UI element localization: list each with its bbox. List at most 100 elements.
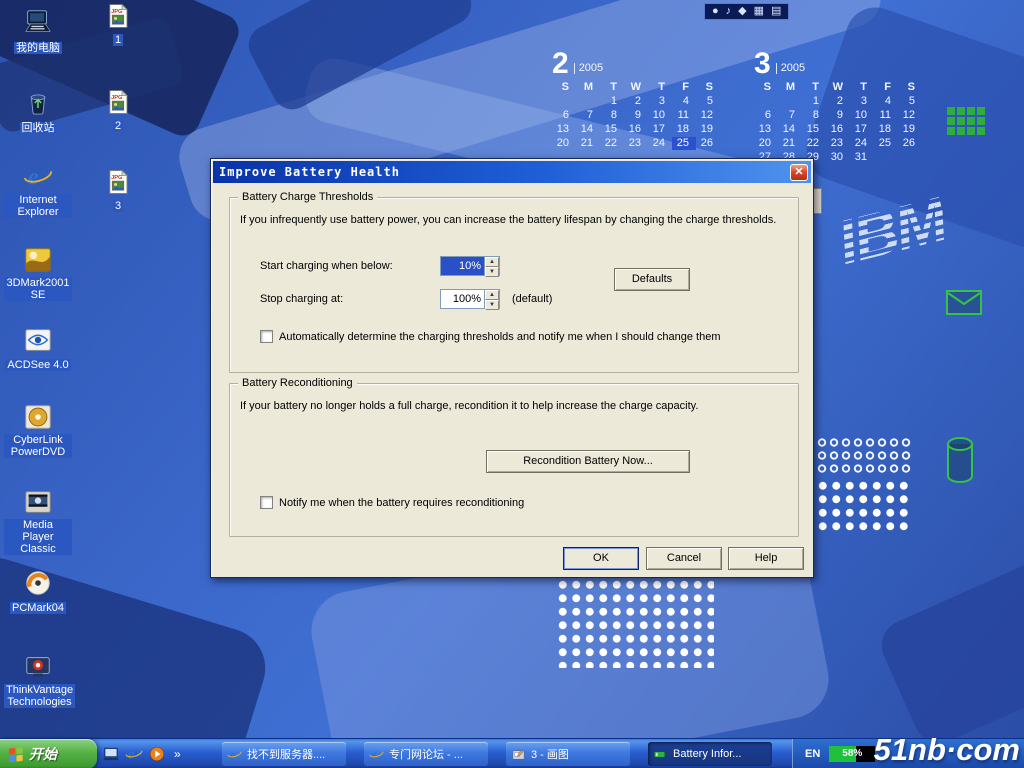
desktop-icon-mpc[interactable]: Media Player Classic (4, 487, 72, 557)
desktop-icon-pcmark[interactable]: PCMark04 (4, 568, 72, 616)
threedmark-icon (22, 245, 54, 275)
desktop-icon-label: Internet Explorer (4, 194, 72, 218)
internet-explorer-icon[interactable]: e (125, 745, 143, 763)
calendar-date: 21 (778, 137, 802, 150)
language-indicator[interactable]: EN (805, 748, 820, 760)
desktop: 22005SMTWTFS1234567891011121314151617181… (0, 0, 1024, 768)
calendar-date (898, 151, 922, 164)
desktop-icon-jpg-file[interactable]: JPG2 (96, 88, 140, 134)
desktop-icon-recycle-bin[interactable]: 回收站 (4, 88, 72, 136)
calendar-date: 10 (850, 109, 874, 122)
calendar-date (552, 95, 576, 108)
charge-thresholds-group: Battery Charge Thresholds If you infrequ… (229, 197, 799, 373)
spinner-down-button[interactable]: ▼ (485, 300, 499, 310)
calendar-date: 3 (850, 95, 874, 108)
calendar-day-header: F (874, 81, 898, 94)
calendar-date: 22 (600, 137, 624, 150)
calendar-february: 22005SMTWTFS1234567891011121314151617181… (552, 52, 720, 150)
calendar-date: 14 (778, 123, 802, 136)
spinner-up-button[interactable]: ▲ (485, 257, 499, 267)
battery-indicator[interactable]: 58% (829, 746, 875, 762)
recycle-bin-icon (22, 88, 54, 118)
dot-pattern (816, 436, 912, 476)
dialog-titlebar[interactable]: Improve Battery Health ✕ (213, 161, 811, 183)
stop-charge-value[interactable]: 100% (441, 290, 484, 308)
calendar-date: 9 (826, 109, 850, 122)
taskbar-task-button[interactable]: e专门网论坛 - ... (364, 742, 488, 766)
calendar-day-header: M (576, 81, 600, 94)
calendar-date: 14 (576, 123, 600, 136)
calendar-month-number: 3 (754, 52, 771, 76)
stop-charge-spinner[interactable]: 100% ▲ ▼ (440, 289, 500, 309)
defaults-button[interactable]: Defaults (614, 268, 690, 291)
calendar-grid: SMTWTFS123456789101112131415161718192021… (552, 81, 720, 150)
calendar-day-header: T (648, 81, 672, 94)
desktop-icon-ie[interactable]: e Internet Explorer (4, 162, 72, 220)
desktop-icon-thinkvantage[interactable]: ThinkVantage Technologies (4, 652, 72, 710)
desktop-icon-label: CyberLink PowerDVD (4, 434, 72, 458)
start-charge-value[interactable]: 10% (441, 257, 484, 275)
ok-button[interactable]: OK (563, 547, 639, 570)
spinner-buttons: ▲ ▼ (484, 257, 499, 275)
taskbar-task-button[interactable]: 3 - 画图 (506, 742, 630, 766)
calendar-date: 22 (802, 137, 826, 150)
desktop-icon-powerdvd[interactable]: CyberLink PowerDVD (4, 402, 72, 460)
auto-determine-checkbox[interactable] (260, 330, 273, 343)
task-button-label: 找不到服务器.... (247, 746, 325, 762)
start-label: 开始 (29, 744, 57, 764)
desktop-icon-acdsee[interactable]: ACDSee 4.0 (4, 325, 72, 373)
show-desktop-icon[interactable] (102, 745, 120, 763)
dialog-body: Battery Charge Thresholds If you infrequ… (213, 183, 811, 577)
desktop-icon-label: 1 (113, 34, 123, 46)
svg-text:JPG: JPG (111, 95, 123, 101)
battery-percent: 58% (829, 746, 875, 762)
notify-recondition-checkbox[interactable] (260, 496, 273, 509)
close-button[interactable]: ✕ (790, 164, 808, 181)
calendar-date: 18 (672, 123, 696, 136)
calendar-date: 13 (754, 123, 778, 136)
calendar-date: 23 (624, 137, 648, 150)
recondition-group-legend: Battery Reconditioning (238, 377, 357, 389)
cancel-button[interactable]: Cancel (646, 547, 722, 570)
dot-pattern (556, 578, 714, 668)
svg-text:e: e (128, 747, 135, 763)
spinner-up-button[interactable]: ▲ (485, 290, 499, 300)
recondition-battery-button[interactable]: Recondition Battery Now... (486, 450, 690, 473)
calendar-grid: SMTWTFS123456789101112131415161718192021… (754, 81, 922, 164)
quicklaunch-expand-chevron[interactable]: » (171, 747, 184, 761)
calendar-date: 11 (672, 109, 696, 122)
mpc-icon (22, 487, 54, 517)
ie-icon: e (22, 162, 54, 192)
taskbar-task-button[interactable]: Battery Infor... (648, 742, 772, 766)
taskbar-tasks: e 找不到服务器.... e专门网论坛 - ... 3 - 画图 Battery Inf… (222, 742, 772, 766)
calendar-date (778, 95, 802, 108)
taskbar-task-button[interactable]: e 找不到服务器.... (222, 742, 346, 766)
calendar-date: 3 (648, 95, 672, 108)
desktop-icon-my-computer[interactable]: 我的电脑 (4, 8, 72, 56)
calendar-year: 2005 (574, 63, 603, 74)
calendar-date: 2 (624, 95, 648, 108)
desktop-icon-jpg-file[interactable]: JPG1 (96, 2, 140, 48)
spinner-down-button[interactable]: ▼ (485, 267, 499, 277)
start-button[interactable]: 开始 (0, 739, 97, 768)
calendar-date: 18 (874, 123, 898, 136)
battery-icon (653, 747, 668, 762)
svg-text:e: e (28, 164, 39, 191)
desktop-icon-threedmark[interactable]: 3DMark2001 SE (4, 245, 72, 303)
calendar-date: 24 (648, 137, 672, 150)
notify-recondition-label: Notify me when the battery requires reco… (279, 497, 524, 509)
help-button[interactable]: Help (728, 547, 804, 570)
desktop-icon-label: 3 (113, 200, 123, 212)
calendar-date: 25 (874, 137, 898, 150)
ie-icon: e (227, 747, 242, 762)
calendar-date: 17 (850, 123, 874, 136)
calendar-date: 4 (672, 95, 696, 108)
desktop-icon-jpg-file[interactable]: JPG3 (96, 168, 140, 214)
calendar-date: 8 (600, 109, 624, 122)
start-charge-spinner[interactable]: 10% ▲ ▼ (440, 256, 500, 276)
ibm-logo: IBM (831, 184, 953, 279)
media-player-icon[interactable] (148, 745, 166, 763)
spinner-buttons: ▲ ▼ (484, 290, 499, 308)
calendar-day-header: S (552, 81, 576, 94)
calendar-date: 12 (898, 109, 922, 122)
